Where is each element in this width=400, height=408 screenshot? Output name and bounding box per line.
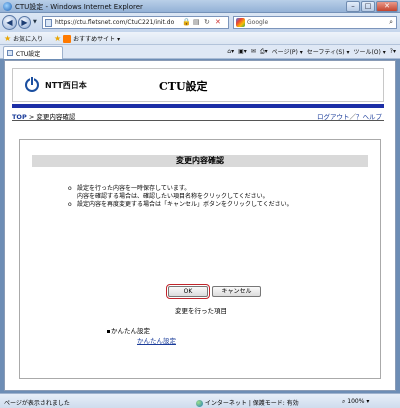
add-favorite-icon: ★: [54, 33, 62, 43]
status-text: ページが表示されました: [4, 400, 70, 407]
history-dropdown-icon[interactable]: ▼: [33, 19, 37, 25]
action-buttons: OK キャンセル: [166, 284, 261, 299]
instruction-item: 設定内容を再度変更する場合は「キャンセル」ボタンをクリックしてください。: [68, 201, 293, 209]
tab-bar: CTU設定 ⌂▾ ▣▾ ✉ ⎙▾ ページ(P) ▾ セーフティ(S) ▾ ツール…: [0, 45, 400, 59]
url-text: https://ctu.fletsnet.com/CtuC221/init.do: [55, 19, 175, 26]
page-menu[interactable]: ページ(P) ▾: [272, 47, 303, 56]
safety-menu[interactable]: セーフティ(S) ▾: [307, 47, 350, 56]
instruction-text: 設定内容を再度変更する場合は「キャンセル」ボタンをクリックしてください。: [77, 201, 293, 208]
zoom-control[interactable]: ⌕ 100% ▾: [342, 398, 369, 406]
zoom-icon: ⌕: [342, 398, 346, 405]
ok-button[interactable]: OK: [166, 284, 210, 299]
close-button[interactable]: ✕: [376, 1, 398, 12]
window-titlebar: CTU設定 - Windows Internet Explorer – □ ✕: [0, 0, 400, 13]
zone-text: インターネット | 保護モード: 有効: [204, 400, 299, 407]
breadcrumb-divider: [12, 120, 384, 121]
star-icon: ★: [4, 33, 12, 43]
page-header: NTT西日本 CTU設定: [12, 68, 384, 102]
refresh-icon[interactable]: ↻: [204, 18, 210, 26]
command-bar: ⌂▾ ▣▾ ✉ ⎙▾ ページ(P) ▾ セーフティ(S) ▾ ツール(O) ▾ …: [227, 47, 396, 57]
confirm-panel: 変更内容確認 設定を行った内容を一時保存しています。 内容を確認する場合は、確認…: [19, 139, 381, 379]
page-icon: [7, 50, 13, 56]
help-icon[interactable]: ?▾: [390, 48, 396, 55]
lock-icon[interactable]: 🔒: [182, 18, 191, 26]
header-divider: [12, 104, 384, 108]
window-controls: – □ ✕: [346, 1, 398, 12]
stop-icon[interactable]: ✕: [215, 18, 221, 26]
url-input[interactable]: https://ctu.fletsnet.com/CtuC221/init.do…: [42, 16, 229, 29]
page-icon: [45, 19, 52, 27]
cancel-button[interactable]: キャンセル: [212, 286, 261, 297]
google-icon: [236, 18, 245, 27]
home-icon[interactable]: ⌂▾: [227, 48, 234, 55]
tools-menu[interactable]: ツール(O) ▾: [353, 47, 385, 56]
search-provider: Google: [247, 19, 269, 26]
forward-button[interactable]: ▶: [18, 16, 31, 29]
maximize-button[interactable]: □: [361, 1, 375, 12]
tab-title: CTU設定: [16, 51, 41, 58]
feeds-icon[interactable]: ▣▾: [238, 48, 247, 55]
suggested-sites-button[interactable]: ★ おすすめサイト ▾: [54, 34, 120, 43]
minimize-button[interactable]: –: [346, 1, 360, 12]
page-title: CTU設定: [159, 80, 208, 93]
suggested-sites-label: おすすめサイト ▾: [73, 36, 121, 43]
suggested-sites-icon: [63, 34, 72, 43]
brand-name: NTT西日本: [45, 81, 87, 90]
instruction-list: 設定を行った内容を一時保存しています。 内容を確認する場合は、確認したい項目名称…: [68, 185, 293, 209]
tab-ctu[interactable]: CTU設定: [3, 46, 63, 59]
bullet-icon: [107, 329, 110, 333]
status-bar: ページが表示されました インターネット | 保護モード: 有効 ⌕ 100% ▾: [0, 393, 400, 408]
certificate-icon[interactable]: ▤: [193, 18, 200, 26]
search-input[interactable]: Google ⌕: [233, 16, 397, 29]
print-icon[interactable]: ⎙▾: [260, 48, 268, 56]
back-button[interactable]: ◀: [2, 15, 17, 30]
ie-icon: [3, 2, 12, 11]
favorites-bar: ★ お気に入り ★ おすすめサイト ▾: [0, 32, 400, 45]
instruction-text: 設定を行った内容を一時保存しています。: [77, 185, 191, 192]
changed-items-heading: 変更を行った項目: [175, 307, 227, 315]
security-zone[interactable]: インターネット | 保護モード: 有効: [196, 398, 299, 407]
zoom-level: 100%: [347, 398, 365, 405]
changed-item-category: かんたん設定: [107, 325, 150, 335]
category-label: かんたん設定: [111, 327, 150, 335]
favorites-label: お気に入り: [13, 36, 44, 43]
panel-title: 変更内容確認: [32, 155, 368, 167]
easy-setup-link[interactable]: かんたん設定: [137, 335, 176, 345]
window-title: CTU設定 - Windows Internet Explorer: [15, 3, 143, 11]
instruction-text: 内容を確認する場合は、確認したい項目名称をクリックしてください。: [77, 193, 269, 200]
mail-icon[interactable]: ✉: [251, 48, 256, 55]
search-icon[interactable]: ⌕: [389, 18, 393, 27]
favorites-button[interactable]: ★ お気に入り: [4, 34, 43, 43]
address-bar: ◀ ▶ ▼ https://ctu.fletsnet.com/CtuC221/i…: [0, 13, 400, 32]
instruction-item: 設定を行った内容を一時保存しています。 内容を確認する場合は、確認したい項目名称…: [68, 185, 293, 201]
page-content: NTT西日本 CTU設定 TOP > 変更内容確認 ログアウト／？ヘルプ 変更内…: [4, 60, 396, 391]
globe-icon: [196, 400, 203, 407]
ntt-logo-icon: [25, 77, 39, 92]
